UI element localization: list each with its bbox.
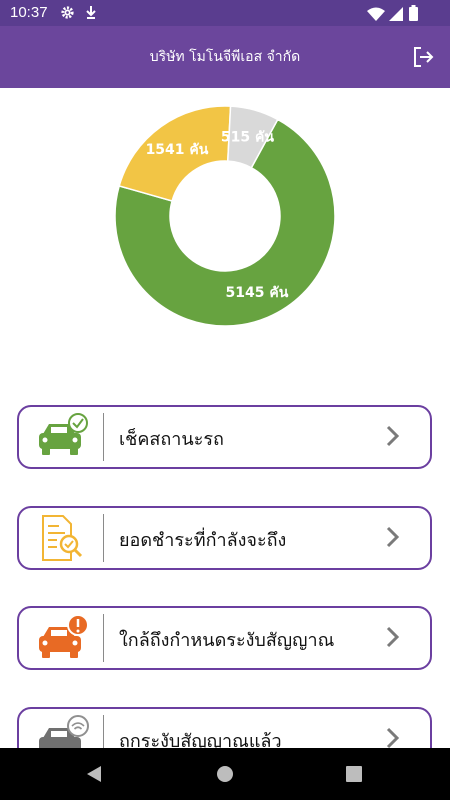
donut-slice-label-1: 1541 คัน [146, 142, 209, 158]
car-check-icon [19, 407, 104, 467]
car-alert-icon [19, 608, 104, 668]
system-nav-bar [0, 748, 450, 800]
logout-icon[interactable] [412, 46, 434, 72]
divider [103, 413, 104, 461]
home-icon[interactable] [216, 765, 234, 787]
menu-near-signal-suspension[interactable]: ใกล้ถึงกำหนดระงับสัญญาณ [17, 606, 432, 670]
donut-slice-label-0: 5145 คัน [226, 285, 289, 301]
menu-label: ใกล้ถึงกำหนดระงับสัญญาณ [119, 630, 335, 651]
donut-slice-label-2: 515 คัน [221, 130, 274, 146]
app-header: บริษัท โมโนจีพีเอส จำกัด [0, 26, 450, 88]
download-icon [85, 5, 97, 24]
back-icon[interactable] [86, 765, 102, 787]
donut-chart: 5145 คัน 1541 คัน 515 คัน [114, 105, 336, 327]
recents-icon[interactable] [346, 766, 362, 786]
battery-icon [409, 5, 418, 25]
gear-icon [60, 5, 75, 24]
menu-check-vehicle-status[interactable]: เช็คสถานะรถ [17, 405, 432, 469]
menu-label: เช็คสถานะรถ [119, 429, 224, 450]
divider [103, 514, 104, 562]
chevron-right-icon [386, 526, 400, 552]
menu-upcoming-payments[interactable]: ยอดชำระที่กำลังจะถึง [17, 506, 432, 570]
wifi-icon [367, 6, 385, 25]
chevron-right-icon [386, 626, 400, 652]
signal-icon [389, 6, 403, 25]
status-bar: 10:37 [0, 0, 450, 26]
divider [103, 614, 104, 662]
vehicle-status-chart: 5145 คัน 1541 คัน 515 คัน [0, 88, 450, 388]
status-time: 10:37 [10, 4, 48, 21]
menu-label: ยอดชำระที่กำลังจะถึง [119, 530, 287, 551]
invoice-search-icon [19, 508, 104, 568]
chevron-right-icon [386, 425, 400, 451]
page-title: บริษัท โมโนจีพีเอส จำกัด [149, 49, 301, 65]
